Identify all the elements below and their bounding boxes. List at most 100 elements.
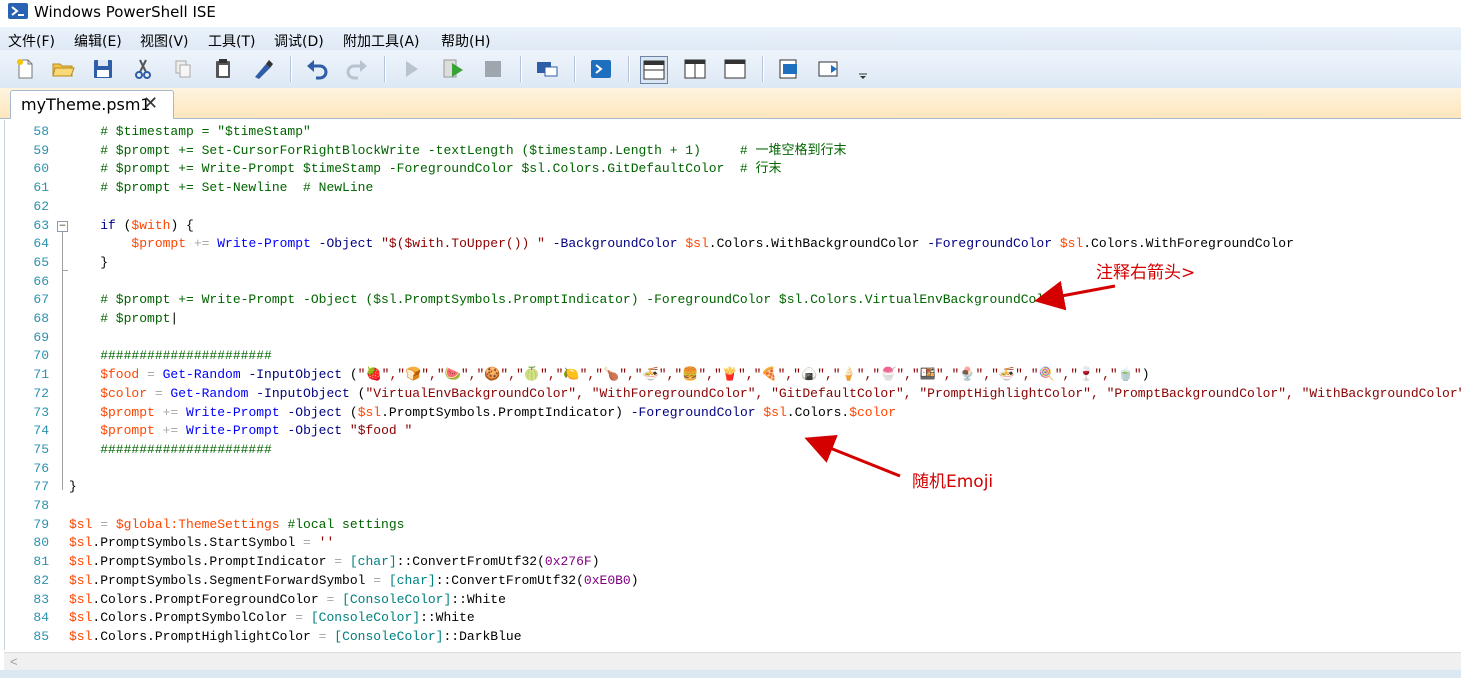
code-token: Write-Prompt <box>217 236 311 252</box>
toolbar-separator <box>762 56 764 82</box>
code-line[interactable]: 72 $color = Get-Random -InputObject ("Vi… <box>5 385 1461 403</box>
show-script-top-icon[interactable] <box>640 56 668 84</box>
code-token: ::ConvertFromUtf32( <box>396 554 545 570</box>
powershell-console-icon[interactable] <box>588 56 614 82</box>
more-icon[interactable] <box>850 56 867 82</box>
code-token: = <box>318 628 335 644</box>
remote-powershell-icon[interactable] <box>534 56 560 82</box>
tab-mytheme-psm1[interactable]: myTheme.psm1 ✕ <box>10 90 174 119</box>
code-line[interactable]: 82 $sl.PromptSymbols.SegmentForwardSymbol… <box>5 572 1460 590</box>
code-line[interactable]: 67 # $prompt += Write-Prompt -Object ($s… <box>5 291 1460 309</box>
show-script-right-icon[interactable] <box>682 56 708 82</box>
close-icon[interactable]: ✕ <box>143 93 158 114</box>
code-line[interactable]: 59 # $prompt += Set-CursorForRightBlockW… <box>5 142 1460 160</box>
code-token: = <box>295 610 311 626</box>
code-line[interactable]: 65 } <box>5 254 1460 272</box>
code-line[interactable]: 64 $prompt += Write-Prompt -Object "$($w… <box>5 235 1460 253</box>
code-token: -Object <box>279 404 350 420</box>
code-line[interactable]: 75 ###################### <box>5 441 1460 459</box>
collapse-icon[interactable]: − <box>57 221 68 232</box>
code-line[interactable]: 58 # $timestamp = "$timeStamp" <box>5 123 1460 141</box>
code-text: # $prompt += Set-Newline # NewLine <box>69 179 373 197</box>
code-line[interactable]: 80 $sl.PromptSymbols.StartSymbol = '' <box>5 534 1460 552</box>
code-line[interactable]: 83 $sl.Colors.PromptForegroundColor = [Co… <box>5 591 1460 609</box>
new-file-icon[interactable] <box>12 56 38 82</box>
code-token: '' <box>318 535 335 551</box>
fold-guide <box>62 270 63 490</box>
code-line[interactable]: 76 <box>5 460 1460 478</box>
code-token: $prompt <box>69 236 187 252</box>
code-line[interactable]: 84 $sl.Colors.PromptSymbolColor = [Consol… <box>5 609 1460 627</box>
copy-icon[interactable] <box>170 56 196 82</box>
horizontal-scrollbar[interactable]: < <box>4 652 1461 671</box>
code-line[interactable]: 73 $prompt += Write-Prompt -Object ($sl.… <box>5 404 1460 422</box>
code-line[interactable]: 60 # $prompt += Write-Prompt $timeStamp … <box>5 160 1460 178</box>
code-token: "$food " <box>349 423 413 439</box>
undo-icon[interactable] <box>304 56 330 82</box>
save-icon[interactable] <box>90 56 116 82</box>
menu-help[interactable]: 帮助(H) <box>441 31 490 51</box>
code-line[interactable]: 69 <box>5 329 1460 347</box>
code-token: .PromptSymbols.PromptIndicator) <box>381 404 631 420</box>
code-token: $sl <box>1059 236 1084 252</box>
code-token: $sl <box>685 236 709 252</box>
open-folder-icon[interactable] <box>50 56 76 82</box>
code-text: # $prompt += Set-CursorForRightBlockWrit… <box>69 142 847 160</box>
line-number: 79 <box>33 516 49 532</box>
paste-icon[interactable] <box>210 56 236 82</box>
scroll-left-icon[interactable]: < <box>10 654 18 669</box>
code-line[interactable]: 81 $sl.PromptSymbols.PromptIndicator = [c… <box>5 553 1460 571</box>
code-text: # $prompt += Write-Prompt $timeStamp -Fo… <box>69 160 782 178</box>
line-number: 74 <box>33 423 49 439</box>
code-text: # $prompt| <box>69 310 178 328</box>
code-line[interactable]: 78 <box>5 497 1460 515</box>
code-token: # $prompt += Write-Prompt $timeStamp -Fo… <box>69 161 782 177</box>
show-addon-icon[interactable] <box>816 56 842 82</box>
run-selection-icon[interactable] <box>440 56 466 82</box>
code-line[interactable]: 79 $sl = $global:ThemeSettings #local set… <box>5 516 1460 534</box>
code-token: = <box>139 367 163 383</box>
code-line[interactable]: 77} <box>5 478 1460 496</box>
code-line[interactable]: 63 if ($with) { <box>5 217 1460 235</box>
clear-console-icon[interactable] <box>250 56 276 82</box>
code-token: # $prompt += Set-CursorForRightBlockWrit… <box>69 142 847 158</box>
cut-icon[interactable] <box>130 56 156 82</box>
code-line[interactable]: 62 <box>5 198 1460 216</box>
code-token: } <box>69 479 77 495</box>
code-line[interactable]: 61 # $prompt += Set-Newline # NewLine <box>5 179 1460 197</box>
menu-edit[interactable]: 编辑(E) <box>74 31 122 51</box>
code-line[interactable]: 66 <box>5 273 1460 291</box>
code-line[interactable]: 74 $prompt += Write-Prompt -Object "$foo… <box>5 422 1460 440</box>
menu-addons[interactable]: 附加工具(A) <box>343 31 420 51</box>
code-token: | <box>170 311 179 326</box>
stop-icon[interactable] <box>480 56 506 82</box>
menu-file[interactable]: 文件(F) <box>8 31 55 51</box>
show-command-window-icon[interactable] <box>776 56 802 82</box>
code-text: if ($with) { <box>69 217 194 235</box>
line-number: 59 <box>33 142 49 158</box>
code-token: = <box>334 554 350 570</box>
code-token: -InputObject <box>240 367 350 383</box>
code-text: $sl.PromptSymbols.StartSymbol = '' <box>69 534 334 552</box>
menu-tools[interactable]: 工具(T) <box>208 31 255 51</box>
code-text: $prompt += Write-Prompt -Object "$($with… <box>69 235 1293 253</box>
code-line[interactable]: 68 # $prompt| <box>5 310 1460 328</box>
code-line[interactable]: 85 $sl.Colors.PromptHighlightColor = [Con… <box>5 628 1460 646</box>
menu-debug[interactable]: 调试(D) <box>274 31 324 51</box>
code-line[interactable]: 71 $food = Get-Random -InputObject ("🍓",… <box>5 366 1460 384</box>
redo-icon[interactable] <box>344 56 370 82</box>
code-token: } <box>69 254 109 270</box>
menu-view[interactable]: 视图(V) <box>140 31 189 51</box>
code-text: # $timestamp = "$timeStamp" <box>69 123 311 141</box>
line-number: 75 <box>33 441 49 457</box>
code-token: .PromptSymbols.PromptIndicator <box>92 554 335 570</box>
line-number: 65 <box>33 254 49 270</box>
show-script-maximized-icon[interactable] <box>722 56 748 82</box>
line-number: 64 <box>33 236 49 252</box>
code-line[interactable]: 70 ###################### <box>5 347 1460 365</box>
code-token: += <box>186 236 218 252</box>
run-icon[interactable] <box>398 56 424 82</box>
script-editor[interactable]: 58 # $timestamp = "$timeStamp" 59 # $prom… <box>4 120 1461 650</box>
line-number: 71 <box>33 367 49 383</box>
code-token: "$($with.ToUpper()) " <box>381 236 545 252</box>
